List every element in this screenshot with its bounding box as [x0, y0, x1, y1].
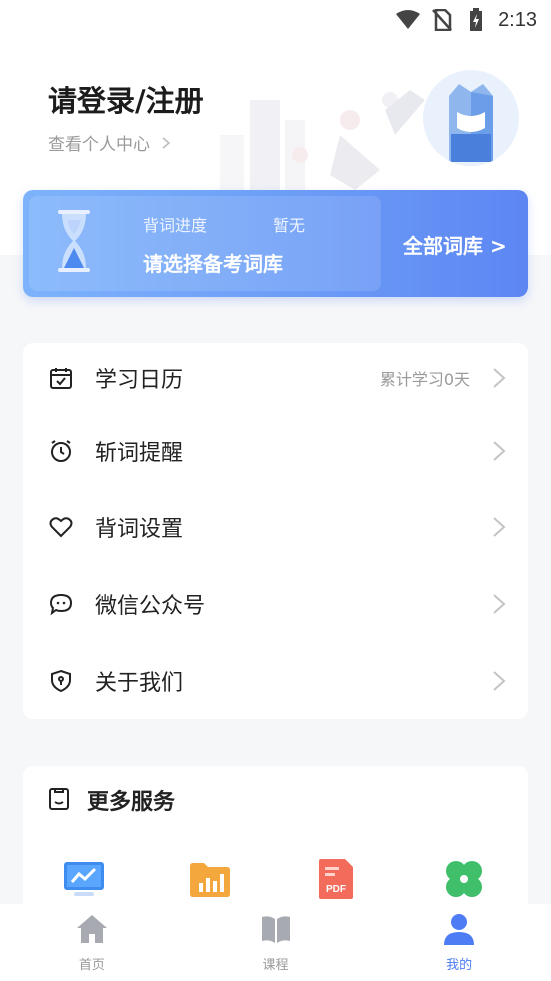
- more-services-title: 更多服务: [87, 790, 176, 815]
- shield-icon: [51, 669, 71, 693]
- folder-chart-icon[interactable]: [189, 858, 231, 900]
- menu-item-label: 学习日历: [95, 368, 184, 393]
- chevron-right-icon: [493, 368, 506, 388]
- progress-card[interactable]: 背词进度 暂无 请选择备考词库 全部词库 >: [23, 190, 528, 297]
- status-time: 2:13: [498, 8, 537, 31]
- more-services-card: 更多服务 PDF: [23, 766, 528, 926]
- tab-mine[interactable]: 我的: [367, 904, 551, 981]
- menu-item-word-settings[interactable]: 背词设置: [23, 497, 528, 557]
- menu-item-wechat[interactable]: 微信公众号: [23, 574, 528, 634]
- menu-item-study-calendar[interactable]: 学习日历 累计学习0天: [23, 348, 528, 408]
- tab-home[interactable]: 首页: [0, 904, 184, 981]
- select-library-prompt[interactable]: 请选择备考词库: [143, 248, 283, 277]
- tab-courses[interactable]: 课程: [184, 904, 368, 981]
- wifi-icon: [396, 8, 421, 32]
- chevron-right-icon: [493, 671, 506, 691]
- menu-card: 学习日历 累计学习0天 斩词提醒 背词设置 微信公众号 关于我们: [23, 343, 528, 719]
- avatar-icon: [449, 84, 493, 162]
- clover-icon[interactable]: [443, 858, 485, 900]
- pdf-icon-text: PDF: [326, 884, 346, 895]
- chevron-right-icon: [493, 517, 506, 537]
- all-libraries-link[interactable]: 全部词库 >: [403, 230, 507, 259]
- menu-item-reminder[interactable]: 斩词提醒: [23, 421, 528, 481]
- battery-charging-icon: [464, 8, 488, 32]
- tab-label: 课程: [262, 958, 289, 973]
- menu-item-label: 关于我们: [95, 671, 184, 696]
- home-icon: [76, 915, 107, 943]
- user-icon: [444, 914, 475, 945]
- header-illustration: [220, 90, 425, 190]
- menu-item-label: 斩词提醒: [95, 441, 184, 466]
- alarm-clock-icon: [51, 440, 71, 462]
- tab-label: 首页: [78, 958, 105, 973]
- progress-value: 暂无: [273, 216, 306, 235]
- profile-link-label: 查看个人中心: [48, 135, 150, 155]
- calendar-icon: [50, 368, 72, 389]
- avatar[interactable]: [423, 70, 519, 166]
- chevron-right-icon: [162, 136, 171, 149]
- no-sim-icon: [430, 8, 454, 32]
- heart-icon: [49, 517, 73, 538]
- menu-item-label: 背词设置: [95, 517, 184, 542]
- chat-bubble-icon: [49, 593, 73, 616]
- menu-item-about[interactable]: 关于我们: [23, 651, 528, 711]
- pdf-icon[interactable]: PDF: [315, 858, 357, 900]
- progress-label: 背词进度: [143, 216, 208, 235]
- bottom-tab-bar: 首页 课程 我的: [0, 904, 551, 981]
- hourglass-icon: [58, 210, 90, 272]
- chevron-right-icon: [493, 594, 506, 614]
- tab-label: 我的: [446, 958, 473, 973]
- clipboard-icon: [49, 788, 69, 810]
- monitor-chart-icon[interactable]: [63, 858, 105, 900]
- menu-item-label: 微信公众号: [95, 594, 206, 619]
- status-bar: 2:13: [0, 0, 551, 40]
- profile-center-link[interactable]: 查看个人中心: [48, 130, 172, 155]
- book-icon: [261, 916, 290, 943]
- study-days-count: 累计学习0天: [379, 370, 470, 389]
- chevron-right-icon: [493, 441, 506, 461]
